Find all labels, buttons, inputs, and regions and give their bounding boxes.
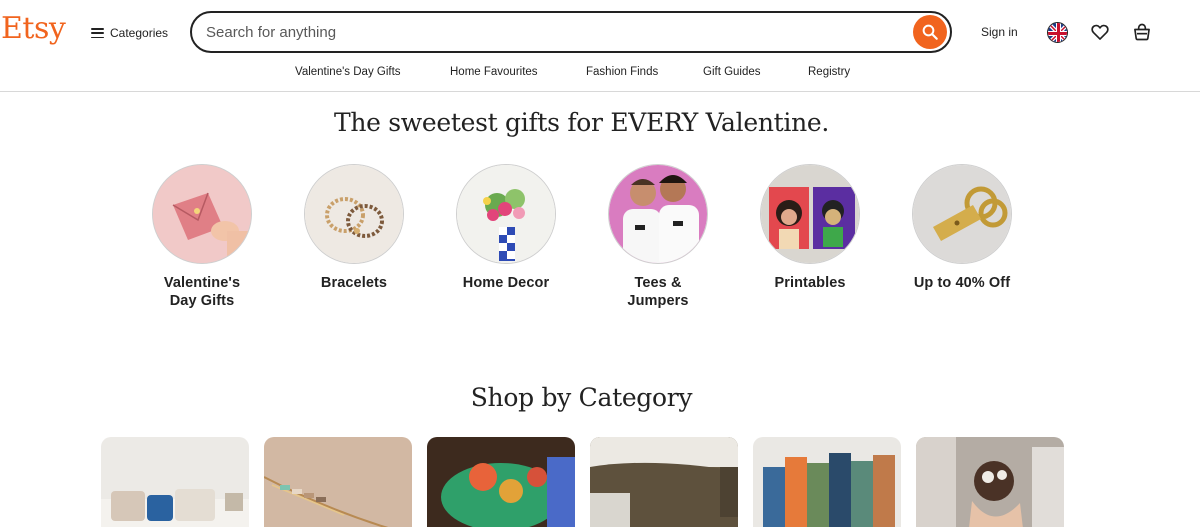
tees-jumpers-image [608,164,708,264]
category-card-clothing[interactable] [590,437,738,527]
circle-card-printables[interactable]: Printables [750,164,870,292]
bracelets-image [304,164,404,264]
circle-label: Valentine's Day Gifts [163,275,241,309]
subnav-fashion-finds[interactable]: Fashion Finds [586,66,658,78]
category-card-jewellery[interactable] [264,437,412,527]
sub-navigation: Valentine's Day Gifts Home Favourites Fa… [0,66,1200,80]
circle-card-bracelets[interactable]: Bracelets [294,164,414,292]
circle-card-home-decor[interactable]: Home Decor [446,164,566,292]
search-input[interactable] [206,22,906,42]
home-decor-image [456,164,556,264]
search-button[interactable] [913,15,947,49]
category-card-weddings[interactable] [916,437,1064,527]
circle-card-valentines-day-gifts[interactable]: Valentine's Day Gifts [142,164,262,310]
subnav-gift-guides[interactable]: Gift Guides [703,66,761,78]
heart-icon[interactable] [1090,22,1110,42]
etsy-logo[interactable]: Etsy [1,11,66,46]
categories-label: Categories [110,26,169,40]
circle-label: Printables [774,275,846,291]
circle-label: Bracelets [320,275,388,291]
category-card-home[interactable] [101,437,249,527]
sale-image [912,164,1012,264]
shop-by-category-title: Shop by Category [470,383,693,412]
uk-flag-icon[interactable] [1047,22,1068,43]
printables-image [760,164,860,264]
subnav-valentines-day-gifts[interactable]: Valentine's Day Gifts [295,66,401,78]
search-bar [190,11,952,53]
header: Etsy Categories Sign in [0,0,1200,92]
circle-label: Home Decor [462,275,550,291]
category-card-craft-supplies[interactable] [753,437,901,527]
circle-card-up-to-40-off[interactable]: Up to 40% Off [902,164,1022,292]
sign-in-link[interactable]: Sign in [981,25,1018,39]
circle-label: Up to 40% Off [913,275,1011,291]
shopping-bag-icon[interactable] [1132,22,1152,42]
valentines-gifts-image [152,164,252,264]
circle-label: Tees & Jumpers [627,275,689,309]
circle-card-tees-jumpers[interactable]: Tees & Jumpers [598,164,718,310]
category-card-art[interactable] [427,437,575,527]
subnav-registry[interactable]: Registry [808,66,850,78]
hero-title: The sweetest gifts for EVERY Valentine. [333,108,830,137]
menu-icon [91,28,104,38]
subnav-home-favourites[interactable]: Home Favourites [450,66,538,78]
search-icon [922,24,938,40]
categories-button[interactable]: Categories [91,24,168,42]
